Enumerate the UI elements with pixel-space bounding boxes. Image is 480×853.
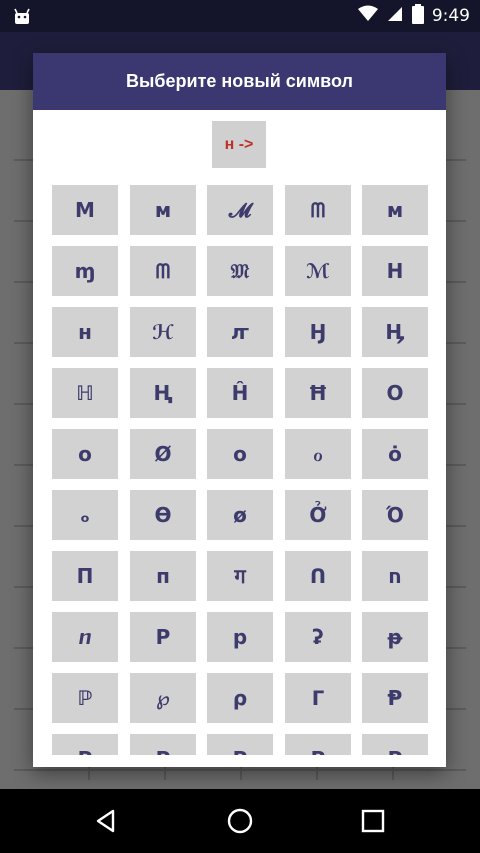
symbol-button[interactable]: ℳ [285,246,351,296]
symbol-button[interactable]: Р [207,734,273,755]
symbol-button[interactable]: н [52,307,118,357]
symbol-button[interactable]: 𝓜 [207,185,273,235]
symbol-button[interactable]: о [52,429,118,479]
symbol-button[interactable]: Ĥ [207,368,273,418]
symbol-button[interactable]: ᴏ [207,429,273,479]
symbol-button[interactable]: Ӊ [362,307,428,357]
symbol-button[interactable]: р [207,612,273,662]
symbol-button[interactable]: ℙ [52,673,118,723]
symbol-button[interactable]: Ᵽ [362,673,428,723]
symbol-button[interactable]: Ⱨ [130,368,196,418]
symbol-picker-dialog: Выберите новый символ н -> Мм𝓜ᗰᴍɱᗰ𝔐ℳНнℋꙥ… [33,53,446,767]
symbol-button[interactable]: М [52,185,118,235]
symbol-button[interactable]: п [130,551,196,601]
symbol-button[interactable]: ℘ [130,673,196,723]
symbol-button[interactable]: Р [130,734,196,755]
symbol-button[interactable]: Ø [130,429,196,479]
symbol-button[interactable]: ᵽ [362,612,428,662]
symbol-button[interactable]: ℋ [130,307,196,357]
symbol-button[interactable]: Ở [285,490,351,540]
symbol-button[interactable]: ᴍ [362,185,428,235]
symbol-button[interactable]: Р [362,734,428,755]
battery-icon [411,4,424,28]
symbol-button[interactable]: Р [285,734,351,755]
symbol-button[interactable]: ग [207,551,273,601]
home-icon[interactable] [222,803,258,839]
symbol-button[interactable]: Р [52,734,118,755]
symbol-button[interactable]: Н [362,246,428,296]
dialog-title: Выберите новый символ [33,53,446,110]
symbol-button[interactable]: О [362,368,428,418]
status-time: 9:49 [431,6,470,26]
wifi-icon [357,5,378,27]
current-symbol-button[interactable]: н -> [212,121,266,168]
symbol-button[interactable]: ⴖ [52,612,118,662]
android-icon [12,6,32,30]
symbol-button[interactable]: П [52,551,118,601]
symbol-button[interactable]: ρ [207,673,273,723]
symbol-button[interactable]: ɱ [52,246,118,296]
symbol-grid: Мм𝓜ᗰᴍɱᗰ𝔐ℳНнℋꙥӇӉℍⱧĤĦОоØᴏℴȯₒѲøỞΌПпगᑎחⴖРрʡᵽ… [52,185,432,755]
symbol-button[interactable]: Ό [362,490,428,540]
navigation-bar [0,789,480,853]
symbol-button[interactable]: Р [130,612,196,662]
symbol-button[interactable]: 𝔐 [207,246,273,296]
symbol-button[interactable]: ח [362,551,428,601]
signal-icon [386,5,404,27]
symbol-button[interactable]: Ѳ [130,490,196,540]
symbol-button[interactable]: ø [207,490,273,540]
symbol-button[interactable]: Ӈ [285,307,351,357]
recents-icon[interactable] [355,803,391,839]
symbol-button[interactable]: ᗰ [130,246,196,296]
symbol-button[interactable]: ₒ [52,490,118,540]
symbol-button[interactable]: ᑎ [285,551,351,601]
symbol-button[interactable]: ȯ [362,429,428,479]
symbol-button[interactable]: м [130,185,196,235]
symbol-button[interactable]: ᗰ [285,185,351,235]
status-bar: 9:49 [0,0,480,32]
symbol-button[interactable]: ℴ [285,429,351,479]
symbol-button[interactable]: ᒥ [285,673,351,723]
symbol-button[interactable]: ʡ [285,612,351,662]
symbol-button[interactable]: Ħ [285,368,351,418]
symbol-button[interactable]: ℍ [52,368,118,418]
back-icon[interactable] [88,803,124,839]
symbol-button[interactable]: ꙥ [207,307,273,357]
